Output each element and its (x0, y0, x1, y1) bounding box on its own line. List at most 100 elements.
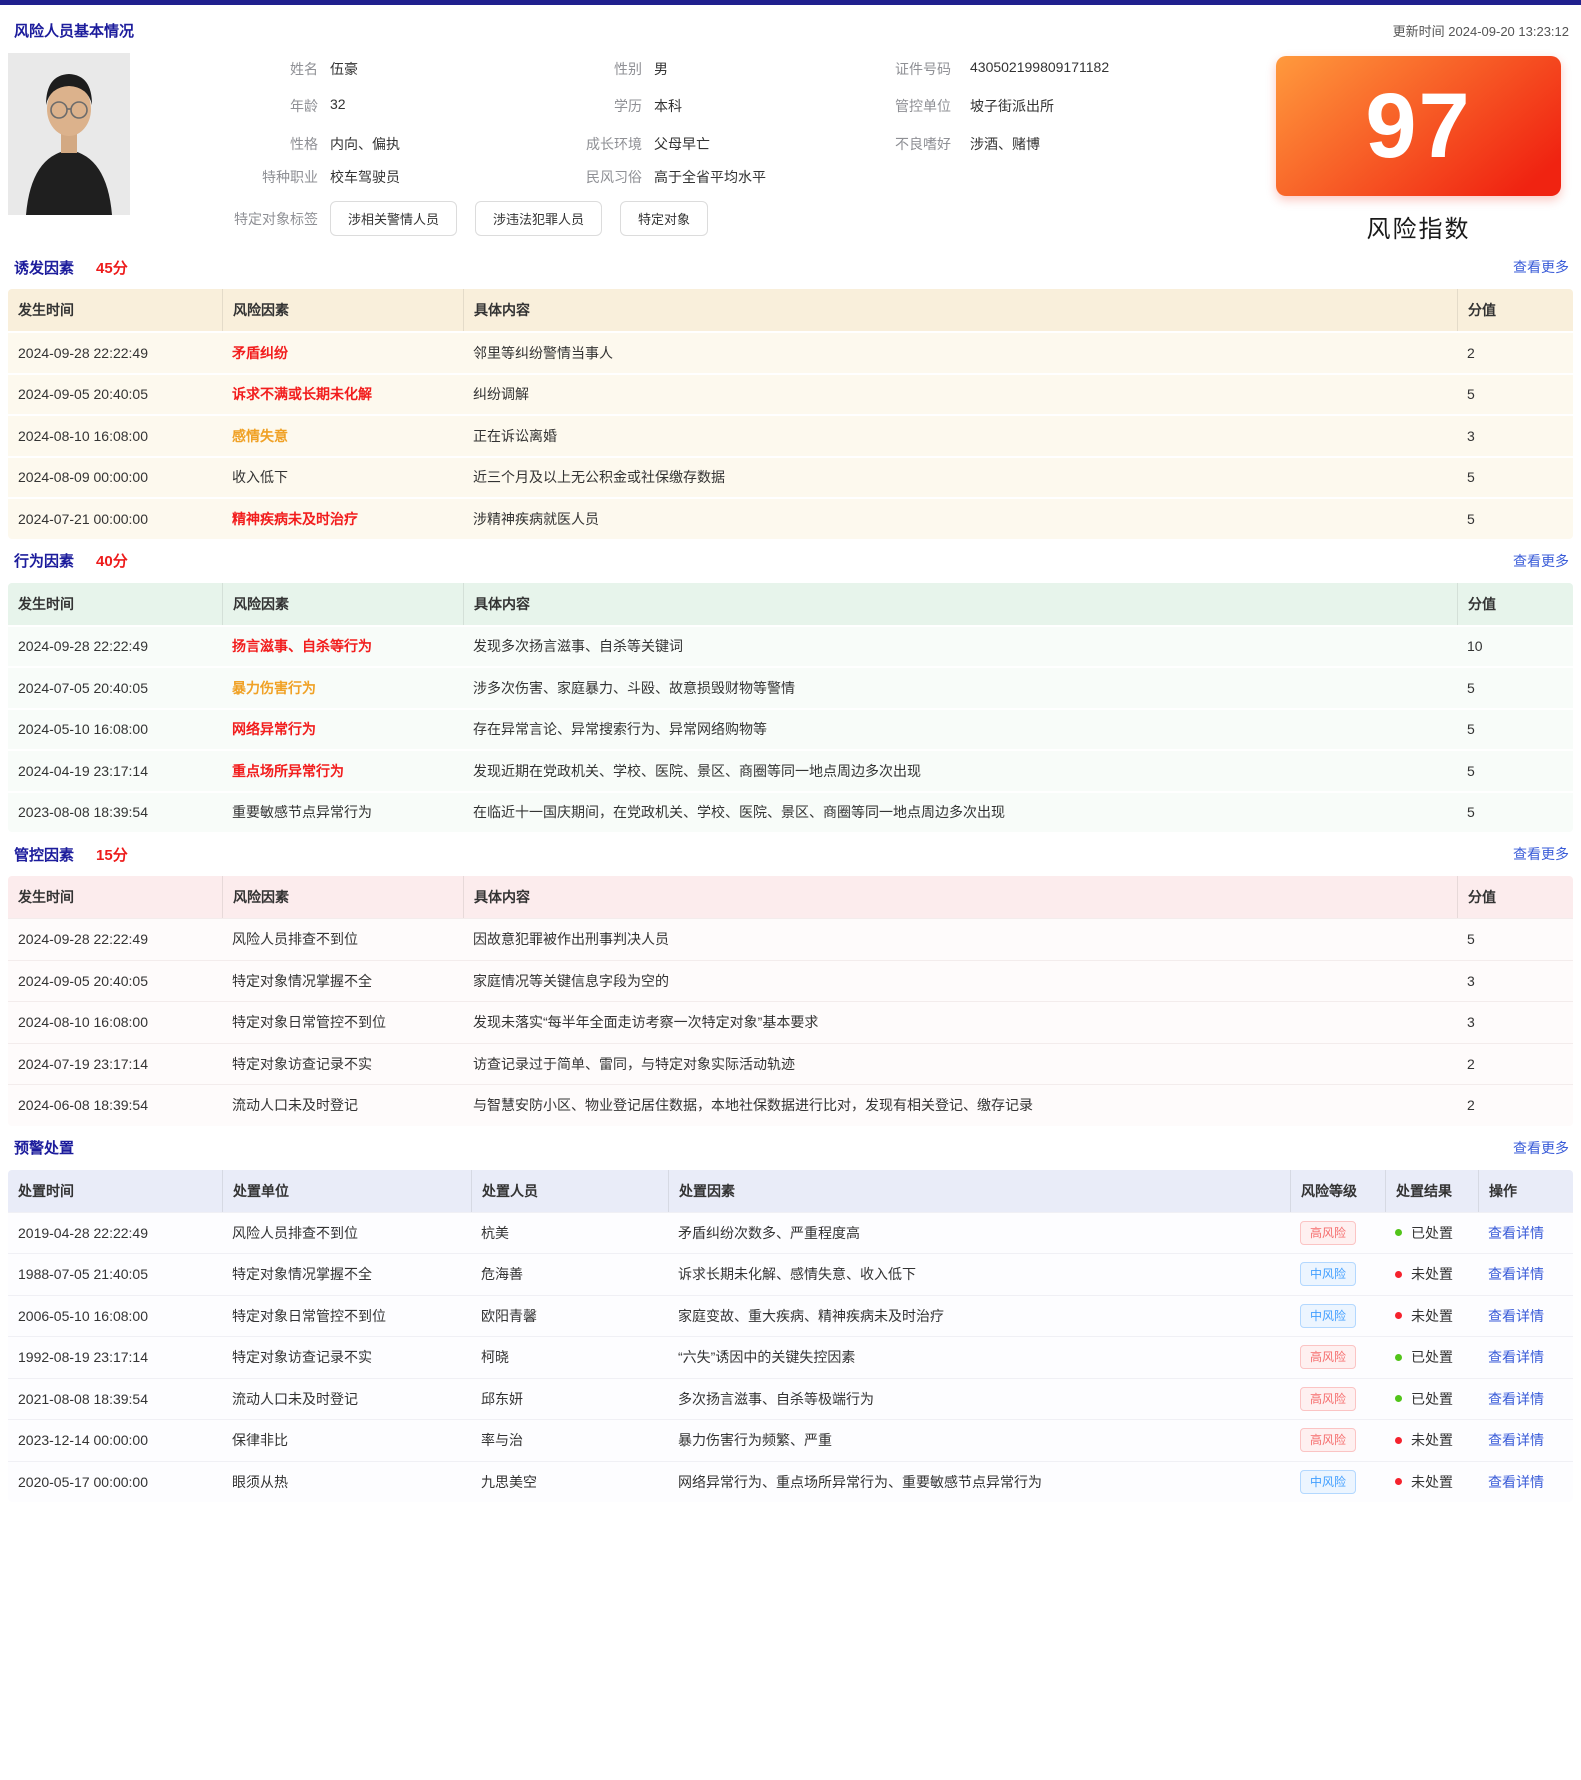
field-label-id-number: 证件号码 (741, 59, 951, 79)
view-detail-link[interactable]: 查看详情 (1488, 1347, 1544, 1367)
cell-factor: 扬言滋事、自杀等行为 (222, 627, 463, 667)
profile-photo (8, 53, 130, 215)
cell-content: 家庭情况等关键信息字段为空的 (463, 961, 1457, 1002)
field-value-character: 内向、偏执 (330, 134, 400, 154)
page-header: 风险人员基本情况 更新时间 2024-09-20 13:23:12 (0, 5, 1581, 41)
cell-factor: 特定对象访查记录不实 (222, 1044, 463, 1085)
cell-score: 2 (1457, 333, 1573, 373)
result-text: 未处置 (1411, 1306, 1453, 1326)
risk-level-badge: 高风险 (1300, 1221, 1356, 1245)
risk-index-box: 97 (1276, 56, 1561, 196)
field-value-age: 32 (330, 96, 346, 112)
view-detail-link[interactable]: 查看详情 (1488, 1389, 1544, 1409)
table-header-row: 发生时间 风险因素 具体内容 分值 (8, 289, 1573, 331)
table-row: 2024-04-19 23:17:14 重点场所异常行为 发现近期在党政机关、学… (8, 749, 1573, 791)
cell-time: 2024-09-05 20:40:05 (8, 375, 222, 415)
cell-factor: 网络异常行为、重点场所异常行为、重要敏感节点异常行为 (668, 1462, 1290, 1503)
table-row: 2024-07-19 23:17:14 特定对象访查记录不实 访查记录过于简单、… (8, 1043, 1573, 1085)
cell-time: 2024-07-19 23:17:14 (8, 1044, 222, 1085)
result-text: 已处置 (1411, 1347, 1453, 1367)
cell-unit: 流动人口未及时登记 (222, 1379, 471, 1420)
cell-content: 访查记录过于简单、雷同，与特定对象实际活动轨迹 (463, 1044, 1457, 1085)
col-header-time: 发生时间 (8, 583, 222, 625)
view-more-link[interactable]: 查看更多 (1513, 1138, 1569, 1158)
section-score: 40分 (96, 550, 128, 571)
table-row: 2023-12-14 00:00:00 保律非比 率与治 暴力伤害行为频繁、严重… (8, 1419, 1573, 1461)
view-detail-link[interactable]: 查看详情 (1488, 1306, 1544, 1326)
cell-score: 5 (1457, 668, 1573, 708)
section-title: 预警处置 (14, 1137, 74, 1158)
cell-person: 杭美 (471, 1213, 668, 1254)
cell-time: 2021-08-08 18:39:54 (8, 1379, 222, 1420)
risk-level-badge: 中风险 (1300, 1470, 1356, 1494)
field-value-gender: 男 (654, 59, 668, 79)
col-header-action: 操作 (1478, 1170, 1573, 1212)
cell-unit: 风险人员排查不到位 (222, 1213, 471, 1254)
table-row: 2024-09-05 20:40:05 诉求不满或长期未化解 纠纷调解 5 (8, 373, 1573, 415)
field-label-gender: 性别 (432, 59, 642, 79)
special-target-tags: 涉相关警情人员 涉违法犯罪人员 特定对象 (330, 201, 708, 236)
cell-action: 查看详情 (1478, 1379, 1573, 1420)
cell-time: 2024-07-05 20:40:05 (8, 668, 222, 708)
risk-level-badge: 高风险 (1300, 1345, 1356, 1369)
view-more-link[interactable]: 查看更多 (1513, 551, 1569, 571)
field-label-local-custom: 民风习俗 (432, 167, 642, 187)
cell-result: 已处置 (1385, 1379, 1478, 1420)
status-dot-icon (1395, 1437, 1402, 1444)
cell-score: 5 (1457, 751, 1573, 791)
table-row: 2024-09-28 22:22:49 扬言滋事、自杀等行为 发现多次扬言滋事、… (8, 625, 1573, 667)
table-row: 2024-06-08 18:39:54 流动人口未及时登记 与智慧安防小区、物业… (8, 1084, 1573, 1126)
cell-factor: 精神疾病未及时治疗 (222, 499, 463, 539)
view-detail-link[interactable]: 查看详情 (1488, 1264, 1544, 1284)
section-score: 15分 (96, 844, 128, 865)
behavior-factors-table: 发生时间 风险因素 具体内容 分值 2024-09-28 22:22:49 扬言… (8, 583, 1573, 833)
table-row: 1992-08-19 23:17:14 特定对象访查记录不实 柯晓 “六失”诱因… (8, 1336, 1573, 1378)
status-dot-icon (1395, 1478, 1402, 1485)
cell-risk-level: 中风险 (1290, 1254, 1385, 1295)
cell-person: 柯晓 (471, 1337, 668, 1378)
cell-risk-level: 中风险 (1290, 1296, 1385, 1337)
table-row: 2023-08-08 18:39:54 重要敏感节点异常行为 在临近十一国庆期间… (8, 791, 1573, 833)
cell-factor: 多次扬言滋事、自杀等极端行为 (668, 1379, 1290, 1420)
col-header-time: 处置时间 (8, 1170, 222, 1212)
cell-action: 查看详情 (1478, 1420, 1573, 1461)
cell-action: 查看详情 (1478, 1254, 1573, 1295)
cell-content: 涉精神疾病就医人员 (463, 499, 1457, 539)
cell-action: 查看详情 (1478, 1213, 1573, 1254)
view-detail-link[interactable]: 查看详情 (1488, 1430, 1544, 1450)
col-header-score: 分值 (1457, 876, 1573, 918)
page-title: 风险人员基本情况 (14, 20, 134, 41)
cell-score: 5 (1457, 499, 1573, 539)
view-detail-link[interactable]: 查看详情 (1488, 1472, 1544, 1492)
cell-person: 欧阳青馨 (471, 1296, 668, 1337)
cell-time: 2024-04-19 23:17:14 (8, 751, 222, 791)
cell-time: 2023-12-14 00:00:00 (8, 1420, 222, 1461)
view-more-link[interactable]: 查看更多 (1513, 844, 1569, 864)
cell-risk-level: 高风险 (1290, 1337, 1385, 1378)
field-label-bad-habits: 不良嗜好 (741, 134, 951, 154)
view-more-link[interactable]: 查看更多 (1513, 257, 1569, 277)
cell-time: 2020-05-17 00:00:00 (8, 1462, 222, 1503)
field-value-local-custom: 高于全省平均水平 (654, 167, 766, 187)
cell-result: 未处置 (1385, 1462, 1478, 1503)
status-dot-icon (1395, 1312, 1402, 1319)
cell-time: 2024-07-21 00:00:00 (8, 499, 222, 539)
view-detail-link[interactable]: 查看详情 (1488, 1223, 1544, 1243)
section-title: 诱发因素 (14, 257, 74, 278)
field-value-upbringing: 父母早亡 (654, 134, 710, 154)
cell-factor: 重点场所异常行为 (222, 751, 463, 791)
cell-content: 因故意犯罪被作出刑事判决人员 (463, 919, 1457, 960)
section-behavior-factors: 行为因素 40分 查看更多 发生时间 风险因素 具体内容 分值 2024-09-… (8, 551, 1573, 833)
cell-score: 5 (1457, 919, 1573, 960)
cell-risk-level: 高风险 (1290, 1213, 1385, 1254)
risk-level-badge: 中风险 (1300, 1262, 1356, 1286)
result-text: 未处置 (1411, 1264, 1453, 1284)
cell-time: 2019-04-28 22:22:49 (8, 1213, 222, 1254)
cell-score: 2 (1457, 1044, 1573, 1085)
risk-level-badge: 高风险 (1300, 1387, 1356, 1411)
cell-factor: 矛盾纠纷 (222, 333, 463, 373)
tags-label: 特定对象标签 (128, 209, 318, 229)
cell-unit: 眼须从热 (222, 1462, 471, 1503)
cell-content: 在临近十一国庆期间，在党政机关、学校、医院、景区、商圈等同一地点周边多次出现 (463, 793, 1457, 833)
cell-content: 发现未落实“每半年全面走访考察一次特定对象”基本要求 (463, 1002, 1457, 1043)
